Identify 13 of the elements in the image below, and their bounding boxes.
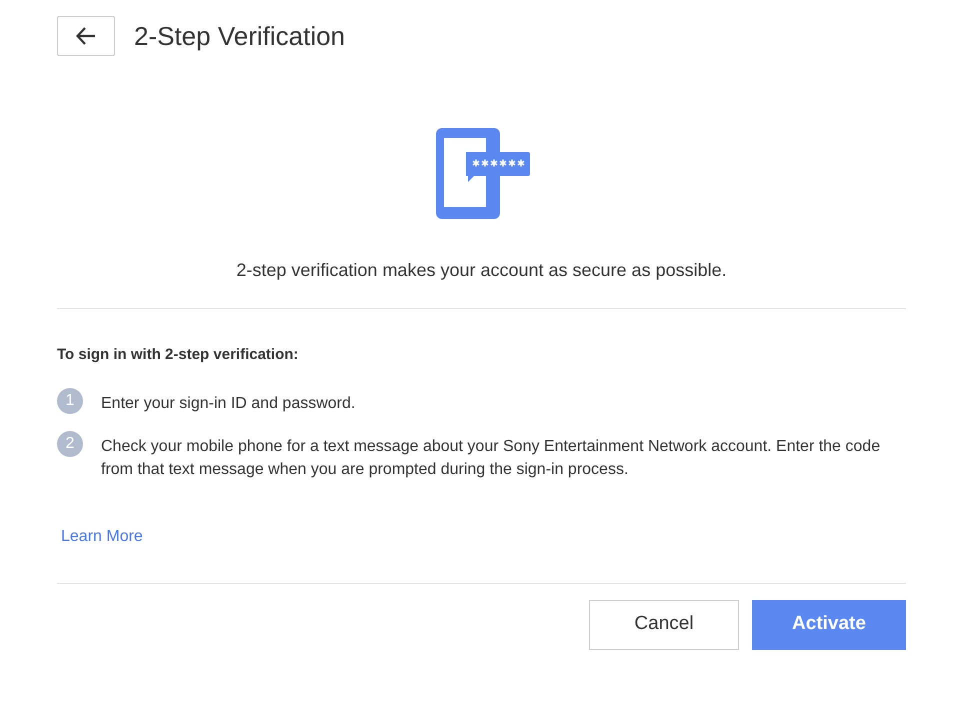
back-button[interactable] <box>57 16 115 56</box>
cancel-button[interactable]: Cancel <box>589 600 739 650</box>
steps-heading: To sign in with 2-step verification: <box>57 345 300 365</box>
phone-message-icon <box>434 127 530 220</box>
activate-button[interactable]: Activate <box>752 600 906 650</box>
back-arrow-icon <box>76 27 96 45</box>
intro-text: 2-step verification makes your account as secure as possible. <box>235 259 728 282</box>
learn-more-link[interactable]: Learn More <box>61 524 143 548</box>
step-number: 2 <box>57 430 83 456</box>
page-title: 2-Step Verification <box>134 20 346 52</box>
step-text: Enter your sign-in ID and password. <box>101 394 356 414</box>
step-number: 1 <box>57 388 83 414</box>
step-text: Check your mobile phone for a text message about your Sony Entertainment Network account. Enter the code from that text message when you are prompted during the sign-in process. <box>101 436 882 480</box>
